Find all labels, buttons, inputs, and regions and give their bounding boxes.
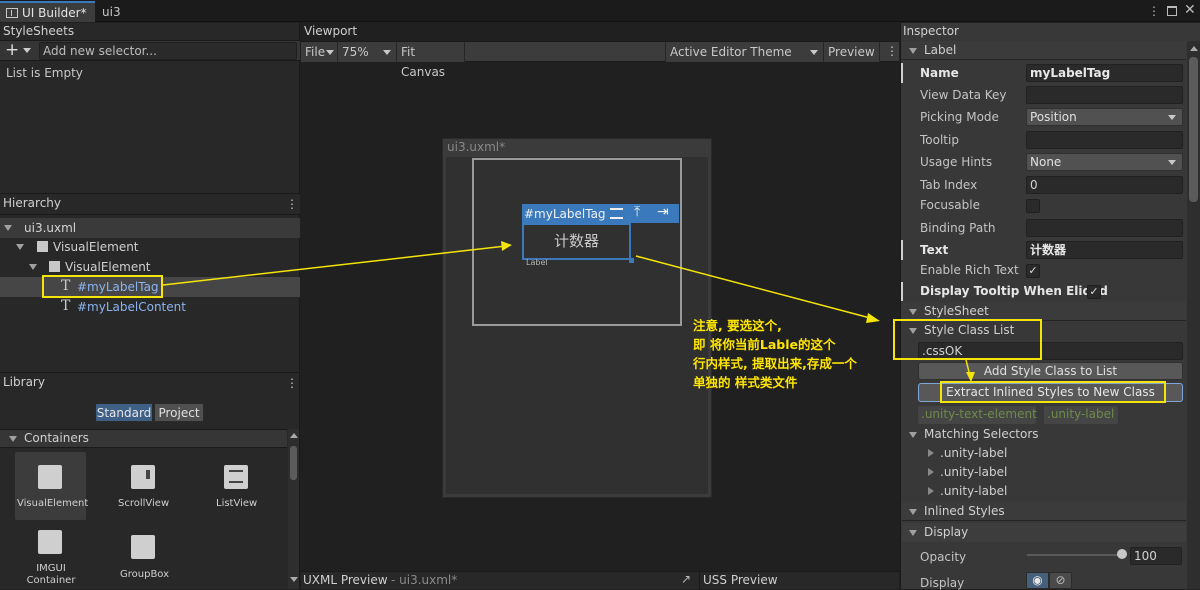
arrowhead-canvas <box>501 241 512 251</box>
annotation-line-1: 注意, 要选这个, <box>693 318 782 333</box>
annotation-line-3: 行内样式, 提取出来,存成一个 <box>693 356 857 371</box>
annotation-arrows <box>162 241 975 382</box>
annotation-note: 注意, 要选这个, 即 将你当前Lable的这个 行内样式, 提取出来,存成一个… <box>693 316 857 392</box>
arrow-canvas-to-inspector <box>635 255 875 320</box>
arrowhead-extract <box>966 372 975 382</box>
arrowhead-inspector <box>866 313 880 323</box>
annotation-line-4: 单独的 样式类文件 <box>693 375 798 390</box>
arrow-hierarchy-to-canvas <box>162 245 507 286</box>
annotation-line-2: 即 将你当前Lable的这个 <box>693 337 836 352</box>
